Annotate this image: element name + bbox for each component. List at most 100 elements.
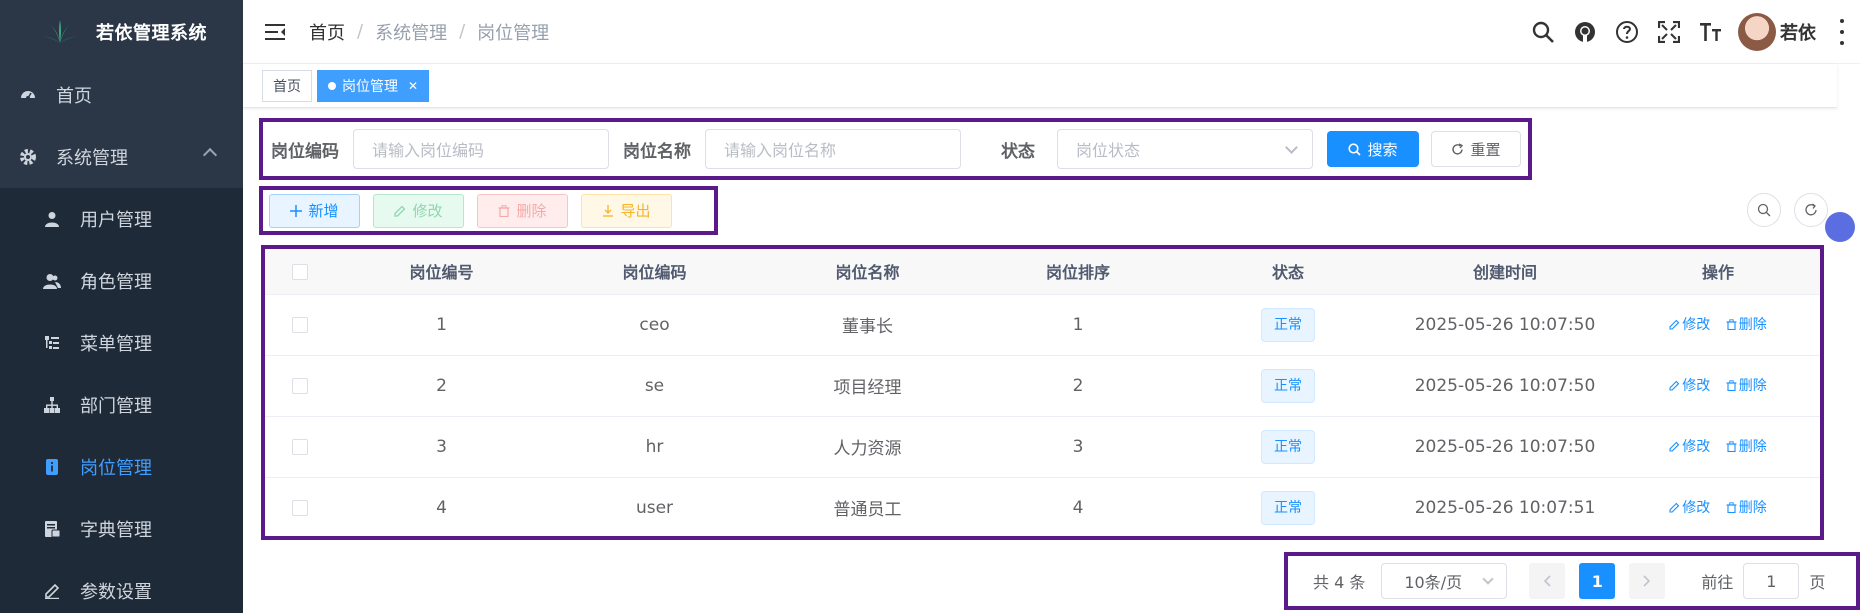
breadcrumb-home[interactable]: 首页 xyxy=(309,19,345,45)
prev-page-button[interactable] xyxy=(1529,563,1566,599)
more-vertical-icon[interactable] xyxy=(1832,19,1852,45)
sidebar-item-label: 系统管理 xyxy=(56,148,128,169)
add-button[interactable]: 新增 xyxy=(269,193,360,228)
status-label: 状态 xyxy=(1001,141,1035,162)
select-all-checkbox[interactable] xyxy=(292,264,308,281)
edit-button[interactable]: 修改 xyxy=(373,193,464,228)
delete-button[interactable]: 删除 xyxy=(477,193,568,228)
post-code-cell: ceo xyxy=(548,294,761,356)
status-select-placeholder: 岗位状态 xyxy=(1076,141,1141,160)
sidebar-item-label: 字典管理 xyxy=(80,520,152,541)
reset-button-label: 重置 xyxy=(1470,140,1501,159)
table-row: 1 ceo 董事长 1 正常 2025-05-26 10:07:50 修改 删除 xyxy=(265,294,1820,356)
github-icon[interactable] xyxy=(1564,11,1606,53)
close-icon[interactable]: ✕ xyxy=(408,79,418,93)
name-label: 岗位名称 xyxy=(623,141,691,162)
logo[interactable]: 若依管理系统 xyxy=(0,0,243,64)
row-edit-link[interactable]: 修改 xyxy=(1669,497,1710,517)
sidebar-item-label: 参数设置 xyxy=(80,582,152,603)
page-size-select[interactable]: 10条/页 xyxy=(1381,563,1508,599)
search-button[interactable]: 搜索 xyxy=(1327,131,1419,167)
active-dot-icon xyxy=(328,81,336,90)
row-delete-link[interactable]: 删除 xyxy=(1726,436,1767,456)
submenu-system: 用户管理 角色管理 菜单管理 部门管理 岗位管理 字典管理 参数设置 xyxy=(0,188,243,613)
code-input[interactable]: 请输入岗位编码 xyxy=(353,129,609,169)
sidebar-item-posts[interactable]: 岗位管理 xyxy=(0,436,243,498)
tag-home[interactable]: 首页 xyxy=(262,69,312,102)
tag-posts[interactable]: 岗位管理 ✕ xyxy=(317,69,430,102)
app-root: 若依管理系统 首页 系统管理 用户管理 角色管理 菜单管理 部门管理 岗位管理 … xyxy=(0,0,1860,613)
sidebar-item-home[interactable]: 首页 xyxy=(0,64,243,126)
table-header-row: 岗位编号 岗位编码 岗位名称 岗位排序 状态 创建时间 操作 xyxy=(265,249,1820,295)
breadcrumb-system[interactable]: 系统管理 xyxy=(375,19,447,45)
row-checkbox[interactable] xyxy=(292,438,308,455)
delete-button-label: 删除 xyxy=(516,202,547,220)
page-number-current[interactable]: 1 xyxy=(1579,563,1616,599)
tree-table-icon xyxy=(42,333,62,353)
status-badge: 正常 xyxy=(1261,429,1315,464)
sidebar-item-system[interactable]: 系统管理 xyxy=(0,126,243,188)
dashboard-icon xyxy=(18,85,38,105)
row-checkbox[interactable] xyxy=(292,316,308,333)
refresh-icon xyxy=(1451,142,1464,156)
goto-page-input[interactable]: 1 xyxy=(1743,563,1800,599)
navbar-right: 若依 xyxy=(1522,0,1860,64)
post-code-cell: user xyxy=(548,477,761,536)
row-edit-link[interactable]: 修改 xyxy=(1669,436,1710,456)
gear-icon xyxy=(18,147,38,167)
trash-icon xyxy=(1726,319,1737,330)
row-delete-link[interactable]: 删除 xyxy=(1726,497,1767,517)
row-edit-label: 修改 xyxy=(1682,500,1711,517)
post-sort-cell: 4 xyxy=(974,477,1182,536)
created-time-cell: 2025-05-26 10:07:50 xyxy=(1394,416,1616,478)
sidebar-item-configs[interactable]: 参数设置 xyxy=(0,560,243,613)
status-select[interactable]: 岗位状态 xyxy=(1057,129,1313,169)
row-edit-label: 修改 xyxy=(1682,317,1711,334)
post-table: 岗位编号 岗位编码 岗位名称 岗位排序 状态 创建时间 操作 1 ceo 董事长… xyxy=(261,245,1824,540)
row-delete-link[interactable]: 删除 xyxy=(1726,375,1767,395)
table-row: 4 user 普通员工 4 正常 2025-05-26 10:07:51 修改 … xyxy=(265,477,1820,536)
search-icon[interactable] xyxy=(1522,11,1564,53)
refresh-table-button[interactable] xyxy=(1794,193,1828,227)
reset-button[interactable]: 重置 xyxy=(1431,131,1521,167)
next-page-button[interactable] xyxy=(1629,563,1666,599)
edit-icon xyxy=(1669,380,1680,391)
help-icon[interactable] xyxy=(1606,11,1648,53)
fullscreen-icon[interactable] xyxy=(1648,11,1690,53)
peoples-icon xyxy=(42,271,62,291)
sidebar-item-users[interactable]: 用户管理 xyxy=(0,188,243,250)
tree-icon xyxy=(42,395,62,415)
avatar[interactable] xyxy=(1738,13,1776,51)
row-checkbox[interactable] xyxy=(292,499,308,516)
row-edit-link[interactable]: 修改 xyxy=(1669,375,1710,395)
name-input[interactable]: 请输入岗位名称 xyxy=(705,129,961,169)
action-toolbar: 新增 修改 删除 导出 xyxy=(259,186,718,235)
status-badge: 正常 xyxy=(1261,368,1315,403)
trash-icon xyxy=(498,204,510,217)
sidebar-item-depts[interactable]: 部门管理 xyxy=(0,374,243,436)
sidebar-item-label: 用户管理 xyxy=(80,210,152,231)
hamburger-icon[interactable] xyxy=(265,22,287,42)
pagination-total: 共 4 条 xyxy=(1313,573,1366,592)
toggle-search-button[interactable] xyxy=(1747,193,1781,227)
floating-helper-icon[interactable] xyxy=(1825,212,1855,242)
breadcrumb-current: 岗位管理 xyxy=(477,22,550,44)
row-edit-label: 修改 xyxy=(1682,378,1711,395)
add-button-label: 新增 xyxy=(308,202,339,220)
row-edit-link[interactable]: 修改 xyxy=(1669,314,1710,334)
sidebar-item-label: 菜单管理 xyxy=(80,334,152,355)
row-delete-link[interactable]: 删除 xyxy=(1726,314,1767,334)
user-name[interactable]: 若依 xyxy=(1780,19,1816,45)
sidebar-item-menus[interactable]: 菜单管理 xyxy=(0,312,243,374)
sidebar-item-roles[interactable]: 角色管理 xyxy=(0,250,243,312)
post-code-cell: hr xyxy=(548,416,761,478)
code-label: 岗位编码 xyxy=(271,141,339,162)
font-size-icon[interactable] xyxy=(1690,11,1732,53)
row-checkbox[interactable] xyxy=(292,377,308,394)
sidebar-item-label: 首页 xyxy=(56,86,92,107)
edit-icon xyxy=(1669,502,1680,513)
created-time-cell: 2025-05-26 10:07:50 xyxy=(1394,294,1616,356)
export-button[interactable]: 导出 xyxy=(581,193,672,228)
chevron-right-icon xyxy=(1643,575,1651,587)
sidebar-item-dicts[interactable]: 字典管理 xyxy=(0,498,243,560)
